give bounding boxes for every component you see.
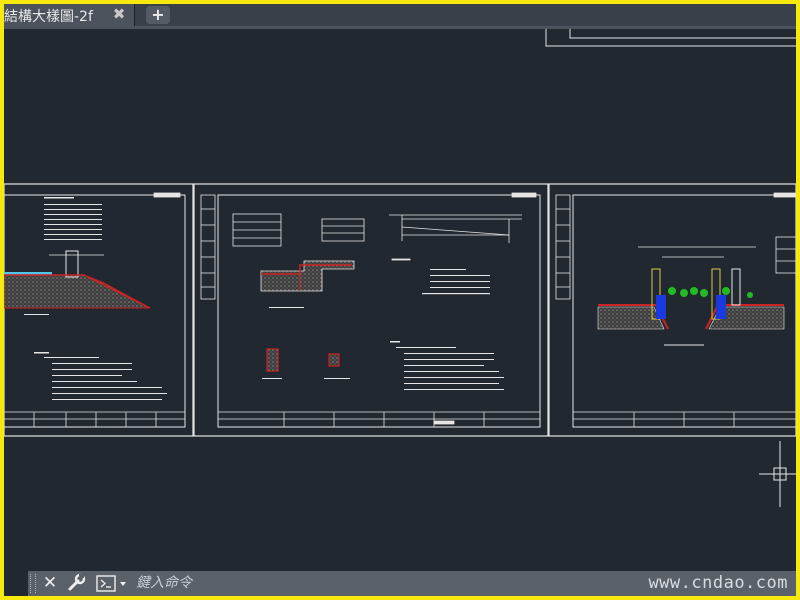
command-prompt-dropdown[interactable] [96,574,130,593]
sheet-2-table-middle [321,218,365,242]
watermark-text: www.cndao.com [648,573,788,593]
sheet-2-notes [390,341,504,390]
sheet-1 [4,183,194,437]
model-space-canvas[interactable] [4,29,796,574]
close-command-line-icon[interactable]: ✕ [40,573,60,593]
sheet-2-profile [389,214,522,261]
sheet-1-section-detail [4,250,151,315]
close-tab-icon[interactable]: ✖ [110,5,128,23]
document-tab[interactable]: 結構大樣圖-2f ✖ [4,4,135,26]
sheet-2-binding-strip [200,194,216,300]
chevron-down-icon [120,582,126,586]
sheet-1-notes-top [44,197,102,240]
document-tab-bar: 結構大樣圖-2f ✖ + [4,4,796,26]
sheet-3-right-table [775,236,796,274]
new-tab-button[interactable]: + [146,6,170,24]
sheet-2-small-details [262,348,350,379]
sheet-3-planter-section [597,246,785,346]
command-line-grip-handle[interactable] [30,574,36,593]
sheet-2-section-detail [260,260,355,308]
crosshair-cursor [759,441,796,507]
sheet-2-profile-notes [422,269,490,295]
sheet-2-title-block [218,192,540,427]
sheet-top-right [545,29,796,47]
sheet-3-binding-strip [555,194,571,300]
document-tab-title: 結構大樣圖-2f [4,9,93,25]
sheet-1-notes-bottom [34,352,167,400]
drawing-window: 結構大樣圖-2f ✖ + ✕ 鍵入命令 www.cndao.com [4,4,796,596]
customize-wrench-icon[interactable] [66,573,88,593]
sheet-2-table-left [232,213,282,247]
sheet-2 [193,183,549,437]
sheet-1-title-block [4,192,185,427]
terminal-prompt-icon [96,575,126,592]
command-input[interactable] [136,573,736,593]
sheet-3 [548,183,796,437]
